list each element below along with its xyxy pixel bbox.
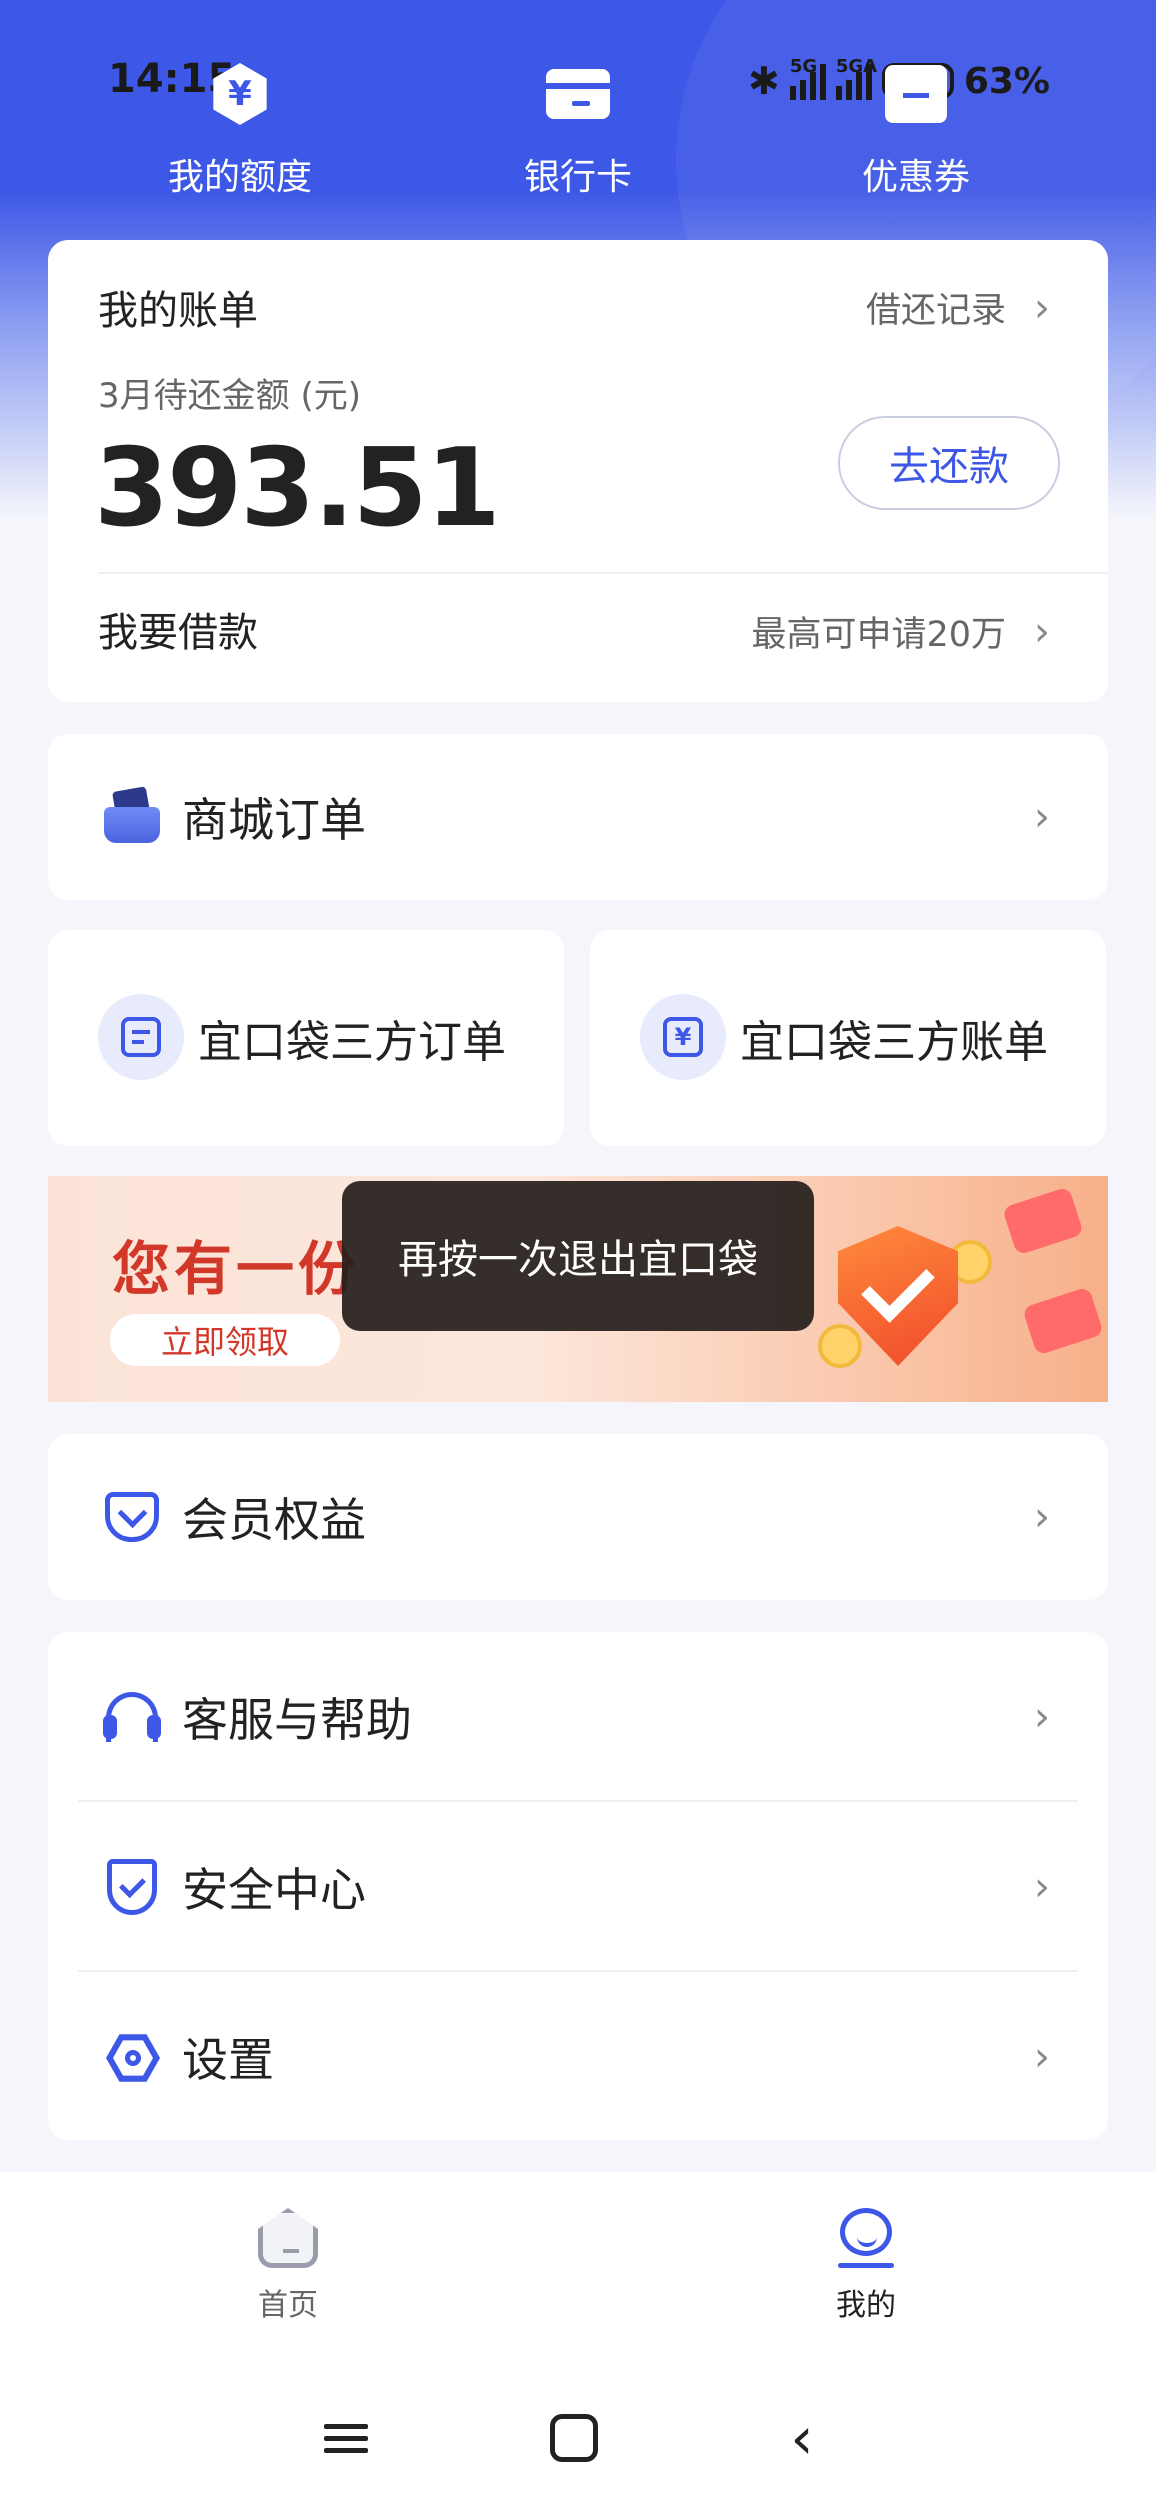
home-button[interactable] [544, 2408, 604, 2468]
chevron-right-icon: › [1034, 1494, 1050, 1540]
chevron-right-icon: › [1034, 2034, 1050, 2080]
menu-item-security[interactable]: 安全中心 › [48, 1802, 1108, 1972]
claim-now-button[interactable]: 立即领取 [110, 1314, 340, 1366]
member-benefits-row[interactable]: 会员权益 › [48, 1434, 1108, 1600]
chevron-right-icon: › [1034, 608, 1050, 655]
bill-card: 我的账单 借还记录 › 3月待还金额 (元) 393.51 去还款 我要借款 最… [48, 240, 1108, 702]
system-nav-bar: ‹ [0, 2362, 1156, 2510]
shopping-basket-icon [100, 786, 164, 845]
tab-label: 首页 [258, 2288, 318, 2323]
borrow-hint-link[interactable]: 最高可申请20万 › [751, 606, 1050, 657]
coupon-icon [885, 65, 947, 123]
bottom-tab-bar: 首页 我的 [0, 2172, 1156, 2362]
mall-orders-label: 商城订单 [182, 793, 366, 847]
repay-button[interactable]: 去还款 [838, 416, 1060, 510]
chevron-right-icon: › [1034, 1694, 1050, 1740]
bill-subtitle: 3月待还金额 (元) [98, 376, 361, 416]
quick-label: 银行卡 [523, 157, 632, 198]
third-party-orders-label: 宜口袋三方订单 [198, 1017, 506, 1068]
red-envelope-icon [1001, 1186, 1085, 1256]
menu-card: 客服与帮助 › 安全中心 › 设置 › [48, 1632, 1108, 2140]
menu-item-label: 设置 [182, 2033, 274, 2087]
bill-record-label: 借还记录 [865, 291, 1006, 331]
bill-amount: 393.51 [94, 426, 501, 551]
banner-title: 您有一份 [112, 1235, 361, 1303]
shield-icon [107, 1859, 157, 1915]
menu-item-help[interactable]: 客服与帮助 › [48, 1632, 1108, 1802]
exit-toast: 再按一次退出宜口袋 [342, 1181, 814, 1331]
coin-icon [818, 1324, 862, 1368]
quick-label: 我的额度 [167, 157, 312, 198]
menu-item-label: 客服与帮助 [182, 1693, 412, 1747]
settings-hexagon-icon [106, 2031, 160, 2083]
quick-item-coupon[interactable]: 优惠券 [786, 62, 1046, 200]
menu-item-label: 安全中心 [182, 1863, 366, 1917]
chevron-right-icon: › [1034, 794, 1050, 840]
red-envelope-icon [1021, 1286, 1105, 1356]
profile-icon [836, 2208, 896, 2268]
quick-item-bank-card[interactable]: 银行卡 [448, 62, 708, 200]
menu-icon[interactable] [316, 2408, 376, 2468]
borrow-label[interactable]: 我要借款 [98, 600, 258, 658]
document-icon [121, 1017, 161, 1057]
quick-label: 优惠券 [861, 157, 970, 198]
divider [98, 572, 1108, 574]
quick-item-credit[interactable]: ¥ 我的额度 [110, 62, 370, 200]
borrow-hint-text: 最高可申请20万 [751, 615, 1006, 655]
quick-entries: ¥ 我的额度 银行卡 优惠券 [0, 62, 1156, 198]
chevron-right-icon: › [1034, 1864, 1050, 1910]
mall-orders-row[interactable]: 商城订单 › [48, 734, 1108, 900]
third-party-bills-label: 宜口袋三方账单 [740, 1017, 1048, 1068]
tab-label: 我的 [836, 2288, 896, 2323]
back-icon[interactable]: ‹ [772, 2408, 832, 2468]
third-party-orders-card[interactable]: 宜口袋三方订单 [48, 930, 564, 1146]
square-icon [550, 2414, 598, 2462]
menu-item-settings[interactable]: 设置 › [48, 1972, 1108, 2142]
yen-bill-icon: ¥ [663, 1017, 703, 1057]
headset-icon [103, 1692, 161, 1742]
bill-record-link[interactable]: 借还记录 › [866, 282, 1050, 333]
home-icon [258, 2208, 318, 2268]
bank-card-icon [546, 69, 612, 119]
third-party-bills-card[interactable]: ¥ 宜口袋三方账单 [590, 930, 1106, 1146]
tab-home[interactable]: 首页 [188, 2208, 388, 2324]
bill-title: 我的账单 [98, 288, 258, 334]
member-badge-icon [105, 1492, 159, 1542]
yen-hexagon-icon: ¥ [213, 63, 267, 125]
chevron-right-icon: › [1034, 284, 1050, 331]
tab-mine[interactable]: 我的 [766, 2208, 966, 2324]
member-benefits-label: 会员权益 [182, 1493, 366, 1547]
